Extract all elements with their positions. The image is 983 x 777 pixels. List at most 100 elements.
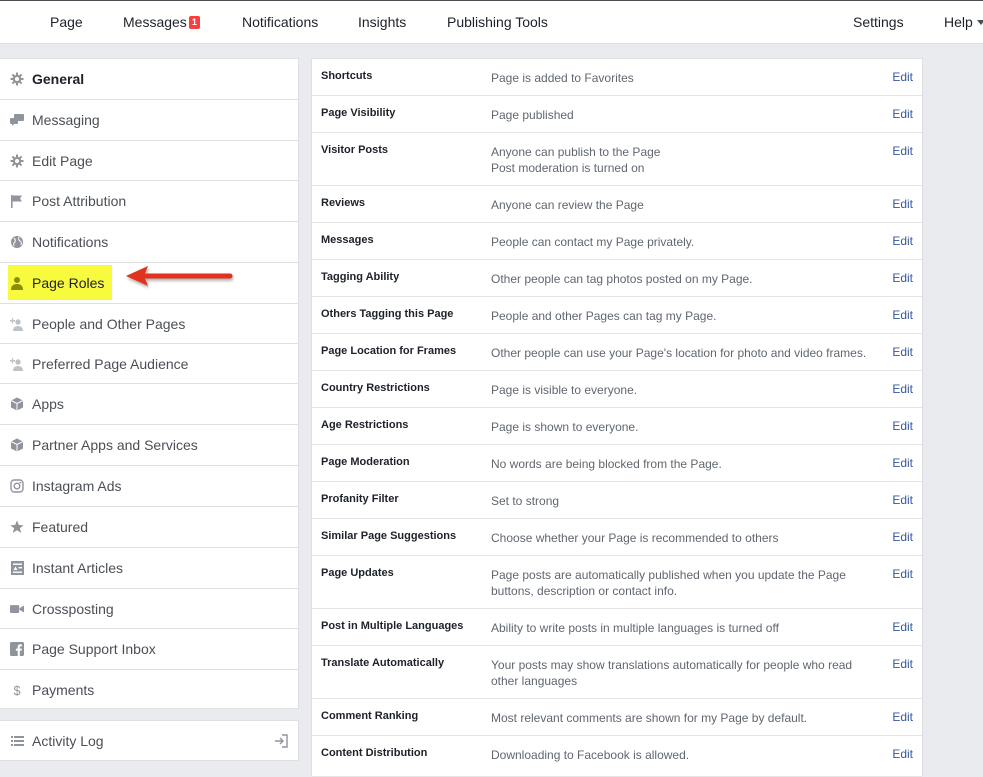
general-settings-table: Shortcuts Page is added to Favorites Edit P…	[311, 58, 923, 777]
setting-label: Others Tagging this Page	[321, 308, 454, 320]
sidebar-item-general[interactable]: General	[0, 59, 298, 100]
nav-tab-notifications[interactable]: Notifications	[242, 1, 318, 45]
setting-row-post-in-multiple-languages: Post in Multiple Languages Ability to wri…	[312, 609, 922, 646]
setting-row-shortcuts: Shortcuts Page is added to Favorites Edit	[312, 59, 922, 96]
sidebar-item-partner-apps-and-services[interactable]: Partner Apps and Services	[0, 425, 298, 466]
star-icon	[10, 520, 24, 534]
sidebar-item-label: Payments	[32, 682, 95, 698]
globe-icon	[10, 235, 24, 249]
sidebar-item-label: Apps	[32, 396, 64, 412]
exit-icon	[274, 734, 288, 753]
nav-settings[interactable]: Settings	[853, 1, 904, 45]
edit-tagging-ability-link[interactable]: Edit	[892, 271, 913, 285]
activity-log-label: Activity Log	[32, 732, 104, 749]
setting-value-line: Other people can use your Page's locatio…	[491, 346, 867, 360]
setting-row-comment-ranking: Comment Ranking Most relevant comments ar…	[312, 699, 922, 736]
setting-value: No words are being blocked from the Page…	[491, 456, 881, 472]
setting-row-messages: Messages People can contact my Page priva…	[312, 223, 922, 260]
person-add-icon	[10, 317, 24, 331]
edit-age-restrictions-link[interactable]: Edit	[892, 419, 913, 433]
setting-value: Other people can use your Page's locatio…	[491, 345, 881, 361]
sidebar-item-label: Post Attribution	[32, 193, 127, 209]
edit-profanity-filter-link[interactable]: Edit	[892, 493, 913, 507]
edit-post-in-multiple-languages-link[interactable]: Edit	[892, 620, 913, 634]
setting-value-line: Anyone can publish to the Page	[491, 145, 661, 159]
setting-row-page-visibility: Page Visibility Page published Edit	[312, 96, 922, 133]
setting-value-line: Page is visible to everyone.	[491, 383, 638, 397]
setting-value: People can contact my Page privately.	[491, 234, 881, 250]
setting-label: Messages	[321, 234, 374, 246]
sidebar-item-apps[interactable]: Apps	[0, 384, 298, 425]
nav-tab-messages-label: Messages	[123, 14, 187, 30]
setting-label: Page Location for Frames	[321, 345, 457, 357]
person-add-icon	[10, 357, 24, 371]
sidebar-item-messaging[interactable]: Messaging	[0, 100, 298, 141]
setting-value: Most relevant comments are shown for my …	[491, 710, 881, 726]
edit-page-location-for-frames-link[interactable]: Edit	[892, 345, 913, 359]
setting-value-line: Page is added to Favorites	[491, 71, 634, 85]
sidebar-item-label: Partner Apps and Services	[32, 437, 198, 453]
nav-help[interactable]: Help	[944, 1, 983, 45]
sidebar-item-preferred-page-audience[interactable]: Preferred Page Audience	[0, 344, 298, 384]
setting-value: People and other Pages can tag my Page.	[491, 308, 881, 324]
sidebar-item-edit-page[interactable]: Edit Page	[0, 141, 298, 181]
setting-value-line: Set to strong	[491, 494, 560, 508]
setting-label: Shortcuts	[321, 70, 373, 82]
edit-country-restrictions-link[interactable]: Edit	[892, 382, 913, 396]
settings-sidebar: General Messaging Edit Page Post Attributio…	[0, 58, 299, 709]
edit-comment-ranking-link[interactable]: Edit	[892, 710, 913, 724]
sidebar-item-people-and-other-pages[interactable]: People and Other Pages	[0, 304, 298, 344]
instagram-icon	[10, 479, 24, 493]
edit-visitor-posts-link[interactable]: Edit	[892, 144, 913, 158]
gear-icon	[10, 154, 24, 168]
edit-page-visibility-link[interactable]: Edit	[892, 107, 913, 121]
edit-content-distribution-link[interactable]: Edit	[892, 747, 913, 761]
activity-log-link[interactable]: Activity Log	[0, 720, 299, 761]
video-camera-icon	[10, 602, 24, 616]
sidebar-item-notifications[interactable]: Notifications	[0, 222, 298, 263]
edit-translate-automatically-link[interactable]: Edit	[892, 657, 913, 671]
list-icon	[10, 734, 24, 748]
edit-page-moderation-link[interactable]: Edit	[892, 456, 913, 470]
person-icon	[10, 276, 24, 290]
sidebar-item-label: Page Support Inbox	[32, 641, 156, 657]
sidebar-item-post-attribution[interactable]: Post Attribution	[0, 181, 298, 222]
unread-badge: 1	[188, 16, 200, 29]
setting-row-visitor-posts: Visitor Posts Anyone can publish to the P…	[312, 133, 922, 186]
edit-page-updates-link[interactable]: Edit	[892, 567, 913, 581]
setting-value-line: Your posts may show translations automat…	[491, 658, 853, 688]
sidebar-item-featured[interactable]: Featured	[0, 507, 298, 548]
setting-row-tagging-ability: Tagging Ability Other people can tag phot…	[312, 260, 922, 297]
sidebar-item-crossposting[interactable]: Crossposting	[0, 589, 298, 629]
setting-row-age-restrictions: Age Restrictions Page is shown to everyon…	[312, 408, 922, 445]
edit-similar-page-suggestions-link[interactable]: Edit	[892, 530, 913, 544]
nav-tab-messages[interactable]: Messages 1	[123, 1, 200, 45]
top-nav: Page Messages 1 Notifications Insights Pu…	[0, 0, 983, 44]
setting-row-translate-automatically: Translate Automatically Your posts may sh…	[312, 646, 922, 699]
sidebar-item-instagram-ads[interactable]: Instagram Ads	[0, 466, 298, 507]
edit-messages-link[interactable]: Edit	[892, 234, 913, 248]
nav-tab-insights[interactable]: Insights	[358, 1, 406, 45]
nav-tab-page[interactable]: Page	[50, 1, 83, 45]
setting-value-line: Page published	[491, 108, 574, 122]
setting-label: Content Distribution	[321, 747, 428, 759]
sidebar-item-label: Preferred Page Audience	[32, 355, 189, 372]
setting-label: Post in Multiple Languages	[321, 620, 464, 632]
gear-icon	[10, 72, 24, 86]
cube-icon	[10, 438, 24, 452]
nav-tab-publishing-tools[interactable]: Publishing Tools	[447, 1, 548, 45]
sidebar-item-page-support-inbox[interactable]: Page Support Inbox	[0, 629, 298, 670]
setting-value-line: Most relevant comments are shown for my …	[491, 711, 808, 725]
sidebar-item-label: General	[32, 71, 85, 87]
setting-row-reviews: Reviews Anyone can review the Page Edit	[312, 186, 922, 223]
edit-others-tagging-this-page-link[interactable]: Edit	[892, 308, 913, 322]
setting-value: Your posts may show translations automat…	[491, 657, 881, 689]
edit-reviews-link[interactable]: Edit	[892, 197, 913, 211]
sidebar-item-instant-articles[interactable]: Instant Articles	[0, 548, 298, 589]
setting-value-line: Other people can tag photos posted on my…	[491, 272, 753, 286]
setting-label: Page Moderation	[321, 456, 410, 468]
edit-shortcuts-link[interactable]: Edit	[892, 70, 913, 84]
sidebar-item-payments[interactable]: $ Payments	[0, 670, 298, 710]
nav-help-label: Help	[944, 14, 973, 30]
setting-value-line: People and other Pages can tag my Page.	[491, 309, 717, 323]
